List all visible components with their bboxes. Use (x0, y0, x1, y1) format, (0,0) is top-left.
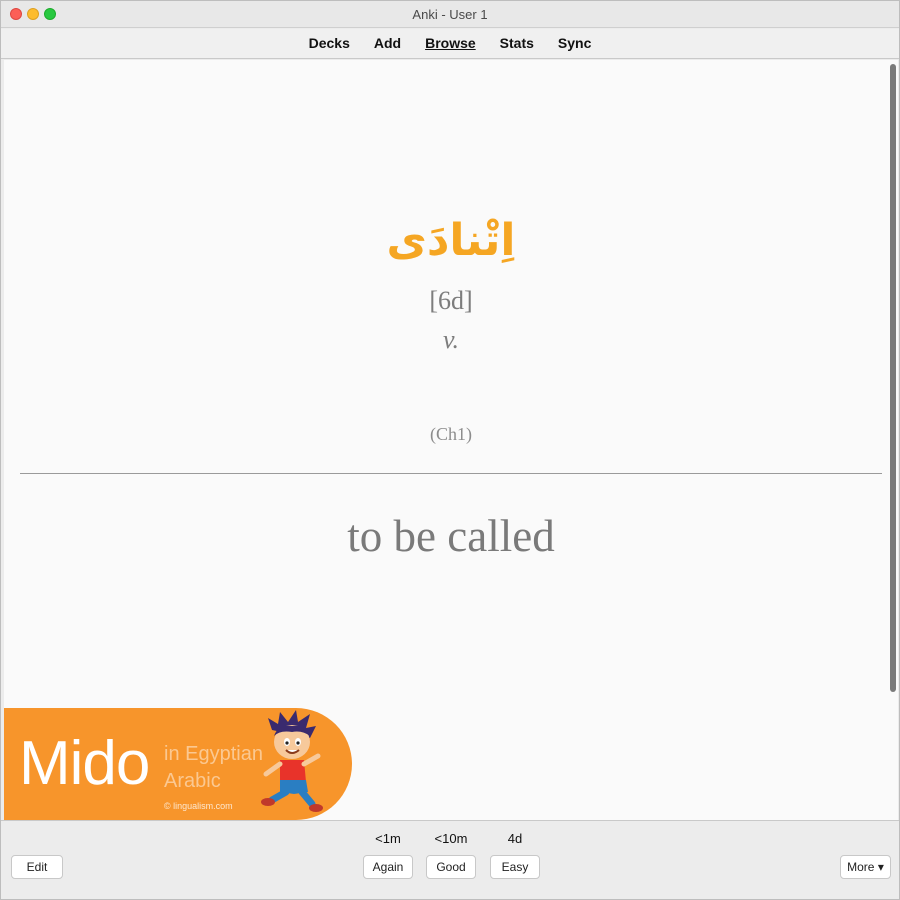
again-button[interactable]: Again (363, 855, 413, 879)
running-boy-illustration (261, 710, 323, 812)
card-part-of-speech: v. (442, 325, 460, 354)
more-button[interactable]: More ▾ (840, 855, 891, 879)
banner-copyright: © lingualism.com (164, 801, 233, 811)
title-bar: Anki - User 1 (1, 1, 899, 28)
card-view: اِتْنادَى [6d] v. (Ch1) to be called Mid… (4, 60, 898, 820)
edit-button[interactable]: Edit (11, 855, 63, 879)
card-scrollbar[interactable] (890, 64, 896, 692)
good-button[interactable]: Good (426, 855, 476, 879)
card-arabic-word: اِتْنادَى (386, 215, 516, 266)
answer-bar: Edit <1m <10m 4d Again Good Easy More ▾ (1, 820, 899, 899)
add-link[interactable]: Add (374, 35, 401, 51)
decks-link[interactable]: Decks (309, 35, 350, 51)
card-meaning: to be called (347, 511, 555, 561)
easy-button[interactable]: Easy (490, 855, 540, 879)
browse-link[interactable]: Browse (425, 35, 476, 51)
main-toolbar: Decks Add Browse Stats Sync (1, 29, 899, 59)
anki-window: Anki - User 1 Decks Add Browse Stats Syn… (0, 0, 900, 900)
card-pronunciation: [6d] (429, 286, 473, 315)
mido-logo: Mido (19, 729, 150, 798)
answer-divider (20, 473, 882, 474)
mido-banner: Mido in Egyptian Arabic © lingualism.com (4, 708, 352, 820)
again-interval: <1m (375, 831, 401, 846)
card-chapter: (Ch1) (430, 424, 472, 444)
window-title: Anki - User 1 (412, 7, 488, 22)
sync-link[interactable]: Sync (558, 35, 591, 51)
stats-link[interactable]: Stats (500, 35, 534, 51)
good-interval: <10m (434, 831, 468, 846)
easy-interval: 4d (507, 831, 523, 846)
